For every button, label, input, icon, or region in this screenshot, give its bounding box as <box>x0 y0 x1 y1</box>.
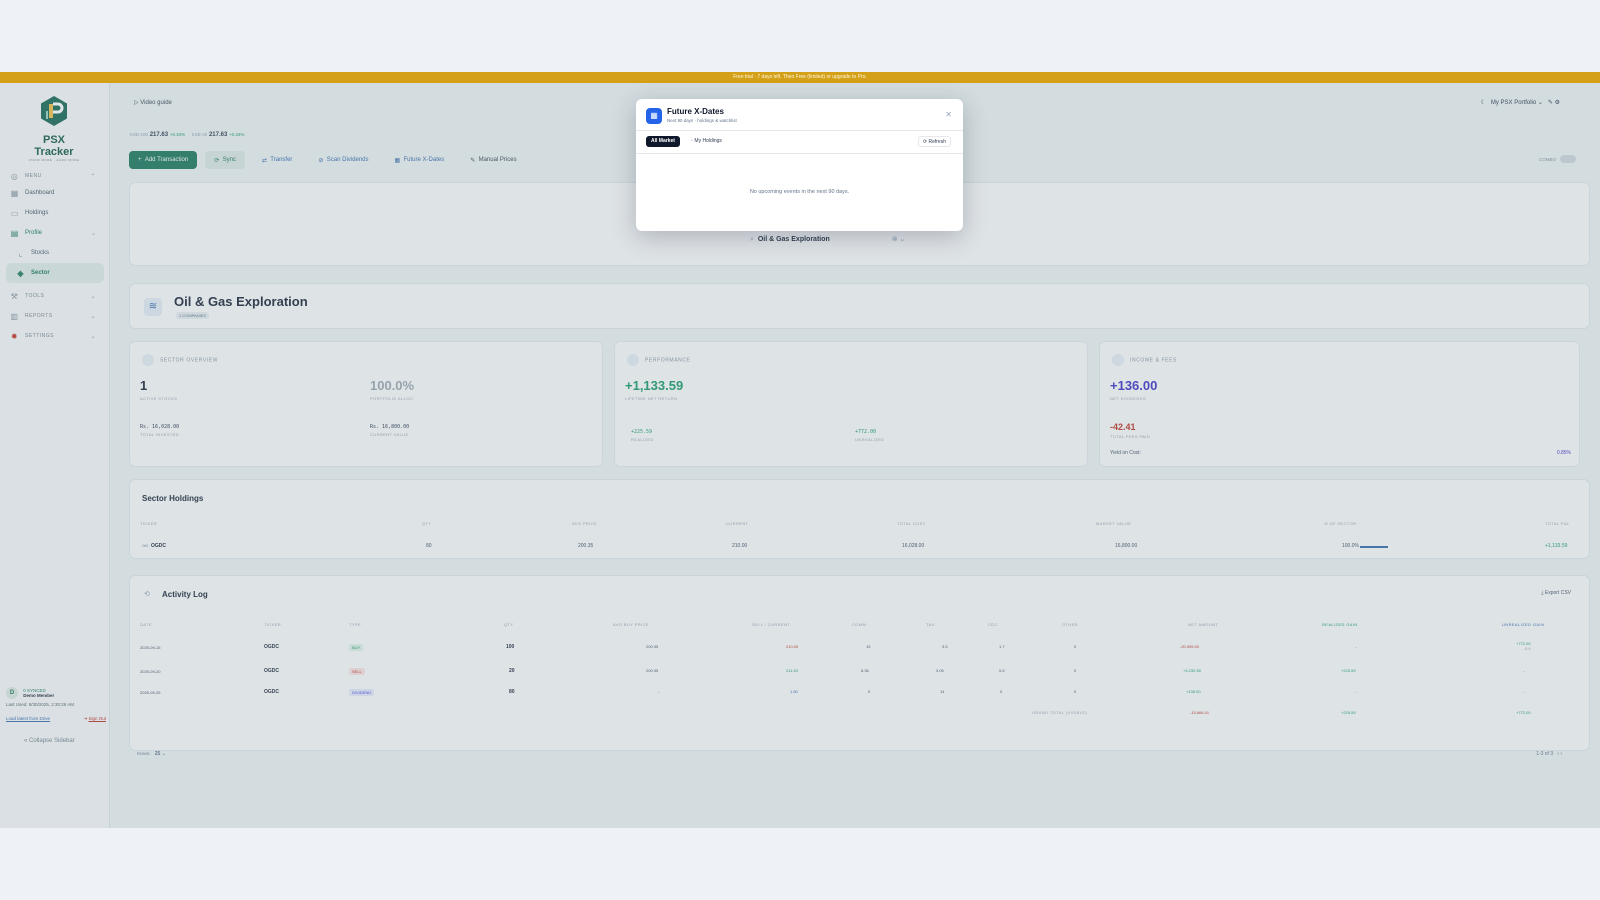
tab-my-holdings[interactable]: ◔ My Holdings <box>685 136 727 147</box>
divider <box>636 153 963 154</box>
calendar-icon: ▦ <box>646 108 662 124</box>
modal-title: Future X-Dates <box>667 107 724 116</box>
refresh-button[interactable]: ⟳ Refresh <box>917 136 951 147</box>
tab-label: My Holdings <box>694 138 722 144</box>
modal-subtitle: Next 90 days · holdings & watchlist <box>667 118 737 123</box>
future-xdates-modal: ▦ Future X-Dates Next 90 days · holdings… <box>636 99 963 231</box>
user-icon: ◔ <box>690 138 694 144</box>
refresh-label: Refresh <box>928 139 946 145</box>
empty-state: No upcoming events in the next 90 days. <box>749 189 850 195</box>
tab-all-market[interactable]: All Market <box>646 136 680 147</box>
trial-banner: Free trial · 7 days left. Then Free (lim… <box>0 72 1600 83</box>
divider <box>636 130 963 131</box>
close-icon[interactable]: ✕ <box>945 110 952 119</box>
